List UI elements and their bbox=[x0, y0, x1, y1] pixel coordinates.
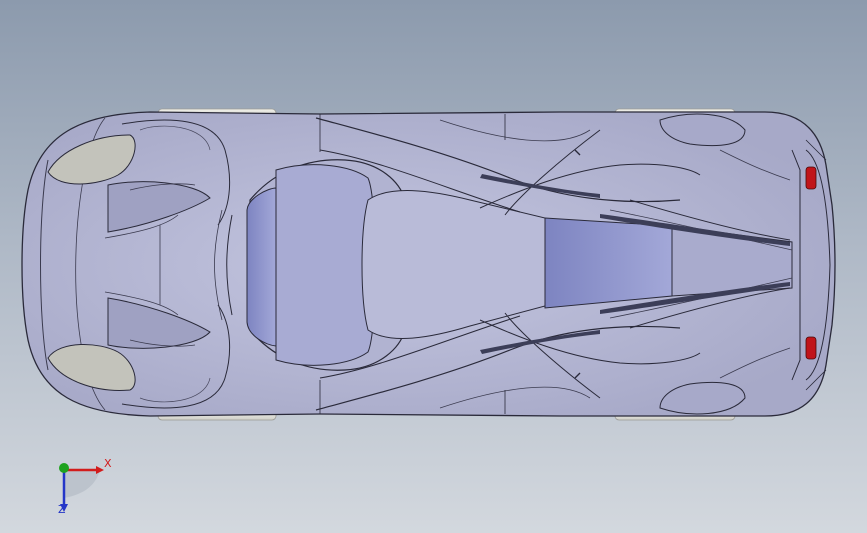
car-model[interactable] bbox=[0, 0, 867, 533]
tail-light-bottom bbox=[805, 336, 817, 360]
windshield bbox=[246, 187, 277, 347]
graphics-viewport[interactable]: X Z bbox=[0, 0, 867, 533]
y-axis bbox=[59, 463, 69, 473]
tail-light-top bbox=[805, 166, 817, 190]
x-axis-label: X bbox=[104, 457, 112, 470]
z-axis-label: Z bbox=[58, 503, 66, 516]
view-orientation-triad: X Z bbox=[40, 448, 120, 528]
roof-glass bbox=[275, 164, 376, 366]
engine-cover bbox=[544, 217, 673, 309]
